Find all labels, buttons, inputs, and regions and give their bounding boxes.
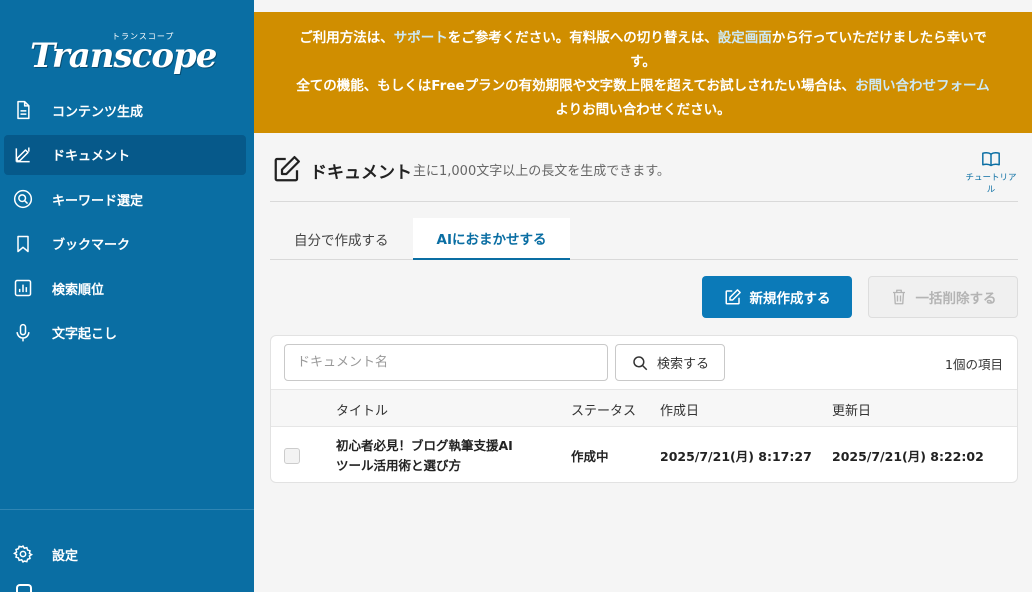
page-description: 主に1,000文字以上の長文を生成できます。: [413, 164, 670, 179]
sidebar-nav: コンテンツ生成 ドキュメント キーワード選定 ブックマーク 検索順位 文字起こし: [0, 90, 254, 353]
new-document-button[interactable]: 新規作成する: [702, 276, 852, 318]
logo[interactable]: トランスコープ Transcope: [0, 0, 254, 90]
banner-line-1: ご利用方法は、サポートをご参考ください。有料版への切り替えは、設定画面から行って…: [299, 30, 987, 46]
sidebar-item-search-ranking[interactable]: 検索順位: [4, 268, 246, 308]
sidebar-item-keyword-selection[interactable]: キーワード選定: [4, 179, 246, 219]
bulk-delete-button[interactable]: 一括削除する: [868, 276, 1018, 318]
sidebar-item-label: コンテンツ生成: [52, 104, 144, 120]
created-date: 2025/7/21(月) 8:17:27: [660, 449, 812, 464]
sidebar-item-label: 文字起こし: [52, 327, 118, 342]
trash-icon: [892, 289, 905, 305]
sidebar-item-label: 設定: [52, 548, 79, 564]
search-button[interactable]: 検索する: [615, 344, 725, 381]
bookmark-icon: [12, 233, 34, 255]
page-header: ドキュメント 主に1,000文字以上の長文を生成できます。 チュートリアル: [270, 150, 1018, 202]
delete-button-label: 一括削除する: [915, 291, 997, 306]
book-icon: [982, 152, 1000, 167]
notice-banner: ご利用方法は、サポートをご参考ください。有料版への切り替えは、設定画面から行って…: [254, 12, 1032, 133]
document-icon: [12, 99, 34, 121]
row-checkbox[interactable]: [284, 448, 300, 464]
contact-form-link[interactable]: お問い合わせフォーム: [855, 78, 990, 94]
table-header: タイトル ステータス 作成日 更新日: [271, 389, 1017, 427]
sidebar-item-label: ブックマーク: [52, 238, 131, 253]
pencil-icon: [12, 144, 34, 166]
sidebar-item-settings[interactable]: 設定: [4, 534, 246, 574]
document-title-line: ツール活用術と選び方: [336, 458, 462, 473]
search-button-label: 検索する: [656, 356, 709, 371]
microphone-icon: [12, 322, 34, 344]
item-count: 1個の項目: [945, 357, 1003, 372]
sidebar-item-label: 検索順位: [52, 282, 105, 298]
document-name-search-input[interactable]: [284, 344, 608, 381]
status-badge: 作成中: [571, 449, 609, 464]
tab-bar: 自分で作成する AIにおまかせする: [270, 218, 1018, 260]
tutorial-label: チュートリアル: [965, 173, 1017, 195]
gear-icon: [12, 543, 34, 565]
sidebar-item-label: キーワード選定: [52, 193, 144, 209]
sidebar-item-partial[interactable]: [16, 584, 32, 592]
sidebar-item-transcription[interactable]: 文字起こし: [4, 313, 246, 353]
new-button-label: 新規作成する: [749, 291, 831, 306]
column-header-updated[interactable]: 更新日: [832, 400, 871, 419]
documents-card: 検索する 1個の項目 タイトル ステータス 作成日 更新日 初心者必見！ブログ執…: [270, 335, 1018, 483]
document-title-link[interactable]: 初心者必見！ブログ執筆支援AI ツール活用術と選び方: [336, 436, 536, 476]
column-header-status[interactable]: ステータス: [571, 400, 636, 419]
search-circle-icon: [12, 188, 34, 210]
sidebar-divider: [0, 509, 254, 510]
tab-ai-auto[interactable]: AIにおまかせする: [412, 218, 571, 260]
sidebar-item-label: ドキュメント: [52, 149, 131, 164]
document-title-line: 初心者必見！ブログ執筆支援AI: [336, 438, 513, 453]
edit-icon: [725, 289, 741, 305]
pencil-icon: [274, 156, 300, 182]
settings-link[interactable]: 設定画面: [718, 30, 772, 46]
logo-text: Transcope: [30, 36, 217, 76]
sidebar-item-documents[interactable]: ドキュメント: [4, 134, 246, 175]
banner-line-4: よりお問い合わせください。: [555, 102, 731, 118]
column-header-created[interactable]: 作成日: [660, 400, 699, 419]
tutorial-button[interactable]: チュートリアル: [964, 150, 1018, 195]
sidebar-item-content-generation[interactable]: コンテンツ生成: [4, 90, 246, 130]
page-title: ドキュメント: [310, 163, 412, 183]
sidebar: トランスコープ Transcope コンテンツ生成 ドキュメント キーワード選定: [0, 0, 254, 592]
bar-chart-icon: [12, 277, 34, 299]
support-link[interactable]: サポート: [394, 30, 448, 46]
search-icon: [633, 355, 648, 370]
sidebar-item-bookmarks[interactable]: ブックマーク: [4, 224, 246, 264]
updated-date: 2025/7/21(月) 8:22:02: [832, 449, 984, 464]
table-row[interactable]: 初心者必見！ブログ執筆支援AI ツール活用術と選び方 作成中 2025/7/21…: [271, 427, 1017, 482]
tab-create-manually[interactable]: 自分で作成する: [270, 218, 413, 260]
banner-line-3: 全ての機能、もしくはFreeプランの有効期限や文字数上限を超えてお試しされたい場…: [296, 78, 990, 94]
column-header-title[interactable]: タイトル: [336, 400, 388, 419]
banner-line-2: す。: [630, 54, 656, 70]
